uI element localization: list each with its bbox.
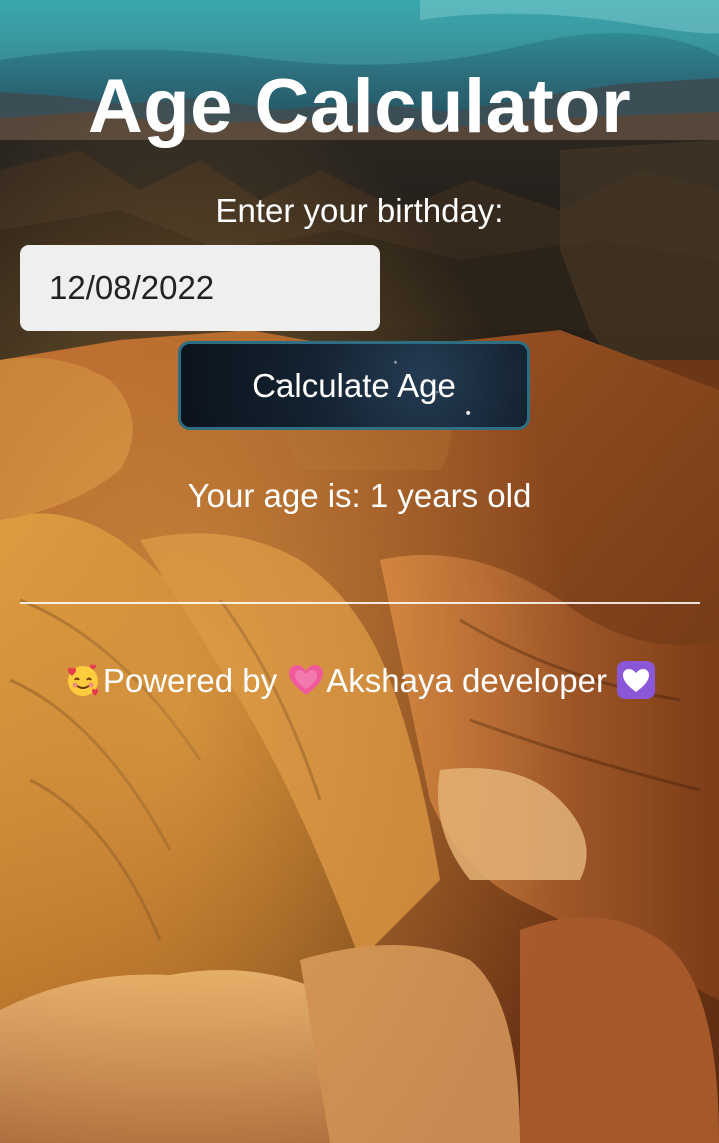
growing-heart-icon <box>286 660 326 700</box>
white-heart-icon <box>616 660 656 700</box>
divider <box>20 602 700 604</box>
app-container: Age Calculator Enter your birthday: Calc… <box>0 0 719 1143</box>
powered-by-label: Powered by <box>102 662 278 699</box>
page-title: Age Calculator <box>87 64 632 149</box>
calculate-age-button[interactable]: Calculate Age <box>178 341 530 430</box>
age-result: Your age is: 1 years old <box>187 477 532 514</box>
birthday-input[interactable] <box>20 245 380 331</box>
footer-credit: Powered by Akshaya developer <box>0 660 719 702</box>
smiling-face-with-hearts-icon <box>63 660 103 700</box>
birthday-label: Enter your birthday: <box>215 192 504 229</box>
developer-name: Akshaya developer <box>326 662 607 699</box>
